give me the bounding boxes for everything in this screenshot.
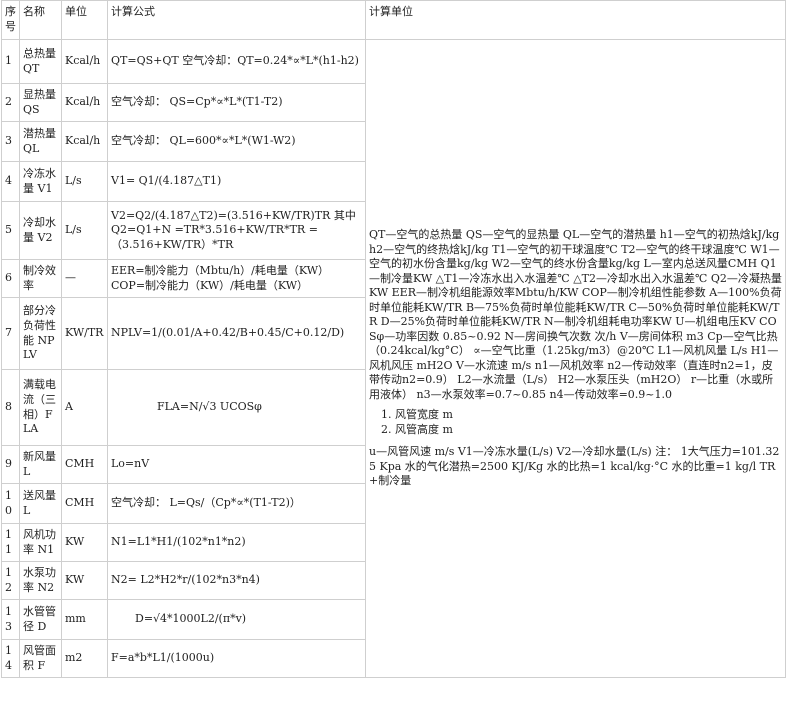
row-unit: KW [61,561,108,600]
row-index: 8 [1,369,20,446]
row-index: 3 [1,121,20,162]
row-unit: Kcal/h [61,39,108,84]
row-formula: V2=Q2/(4.187△T2)=(3.516+KW/TR)TR 其中 Q2=Q… [107,201,366,260]
table-row: 1 总热量 QT Kcal/h QT=QS+QT 空气冷却：QT=0.24*∝*… [1,39,786,678]
header-index: 序号 [1,0,20,40]
row-index: 2 [1,83,20,122]
row-index: 9 [1,445,20,484]
row-name: 冷却水量 V2 [19,201,62,260]
row-unit: CMH [61,445,108,484]
header-row: 序号 名称 单位 计算公式 计算单位 [1,0,786,40]
row-name: 风管面积 F [19,639,62,678]
row-index: 14 [1,639,20,678]
header-unit: 单位 [61,0,108,40]
row-formula: V1= Q1/(4.187△T1) [107,161,366,202]
row-formula: 空气冷却： L=Qs/（Cp*∝*(T1-T2)） [107,483,366,524]
row-unit: — [61,259,108,298]
list-item: 风管宽度 m [395,408,782,423]
row-name: 部分冷负荷性能 NPLV [19,297,62,370]
row-unit: L/s [61,201,108,260]
row-unit: CMH [61,483,108,524]
row-formula: 空气冷却： QS=Cp*∝*L*(T1-T2) [107,83,366,122]
header-calc-units: 计算单位 [365,0,786,40]
row-name: 新风量 L [19,445,62,484]
calc-units-cell: QT—空气的总热量 QS—空气的显热量 QL—空气的潜热量 h1—空气的初热焓k… [365,39,786,678]
list-item: 风管高度 m [395,423,782,438]
row-name: 水管管径 D [19,599,62,640]
row-formula: N2= L2*H2*r/(102*n3*n4) [107,561,366,600]
header-formula: 计算公式 [107,0,366,40]
row-index: 11 [1,523,20,562]
formula-table: 序号 名称 单位 计算公式 计算单位 1 总热量 QT Kcal/h QT=QS… [1,0,786,678]
row-formula: FLA=N/√3 UCOSφ [107,369,366,446]
header-name: 名称 [19,0,62,40]
row-unit: mm [61,599,108,640]
row-formula: EER=制冷能力（Mbtu/h）/耗电量（KW） COP=制冷能力（KW）/耗电… [107,259,366,298]
row-index: 1 [1,39,20,84]
row-name: 显热量 QS [19,83,62,122]
row-unit: A [61,369,108,446]
dimension-list: 风管宽度 m 风管高度 m [369,408,782,437]
row-unit: KW [61,523,108,562]
d-formula: D=√4*1000L2/(π*v) [135,612,247,626]
row-unit: KW/TR [61,297,108,370]
row-unit: Kcal/h [61,83,108,122]
row-index: 10 [1,483,20,524]
row-unit: Kcal/h [61,121,108,162]
row-index: 13 [1,599,20,640]
row-index: 12 [1,561,20,600]
row-formula: Lo=nV [107,445,366,484]
row-unit: m2 [61,639,108,678]
row-name: 水泵功率 N2 [19,561,62,600]
row-name: 风机功率 N1 [19,523,62,562]
fla-formula: FLA=N/√3 UCOSφ [157,400,262,414]
row-name: 满载电流（三相）FLA [19,369,62,446]
row-name: 潜热量 QL [19,121,62,162]
row-formula: NPLV=1/(0.01/A+0.42/B+0.45/C+0.12/D) [107,297,366,370]
row-formula: D=√4*1000L2/(π*v) [107,599,366,640]
variable-definitions: QT—空气的总热量 QS—空气的显热量 QL—空气的潜热量 h1—空气的初热焓k… [369,228,782,401]
row-name: 送风量 L [19,483,62,524]
row-formula: F=a*b*L1/(1000u) [107,639,366,678]
notes-text: u—风管风速 m/s V1—冷冻水量(L/s) V2—冷却水量(L/s) 注： … [369,445,780,488]
row-formula: 空气冷却： QL=600*∝*L*(W1-W2) [107,121,366,162]
row-name: 总热量 QT [19,39,62,84]
row-index: 4 [1,161,20,202]
row-unit: L/s [61,161,108,202]
row-formula: QT=QS+QT 空气冷却：QT=0.24*∝*L*(h1-h2) [107,39,366,84]
row-formula: N1=L1*H1/(102*n1*n2) [107,523,366,562]
row-index: 7 [1,297,20,370]
row-name: 冷冻水量 V1 [19,161,62,202]
row-index: 6 [1,259,20,298]
row-name: 制冷效率 [19,259,62,298]
row-index: 5 [1,201,20,260]
